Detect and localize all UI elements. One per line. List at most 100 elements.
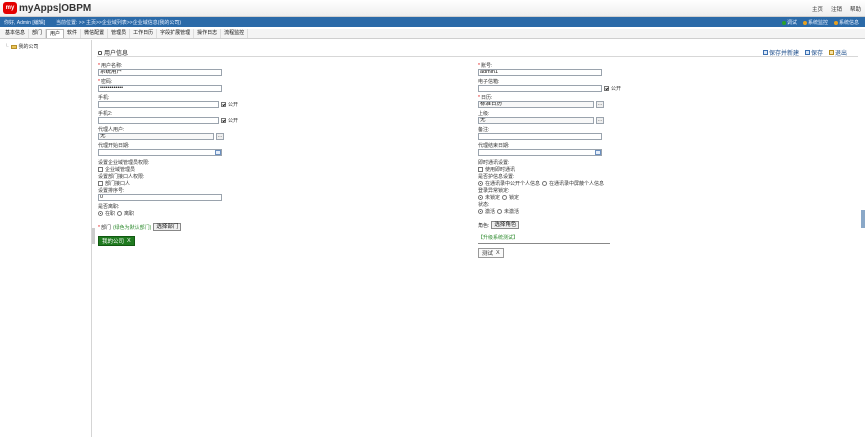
form-right-column: *账号: admin1 电子信箱: 公开 *日历: 标准日历 … 上级: 无 ……: [478, 62, 628, 258]
locked-radio[interactable]: [502, 195, 508, 200]
status-bar: 你好, Admin [编辑] 当前位置: >> 主页>>企业域列表>>企业域信息…: [0, 17, 865, 27]
tree-node-label: 我的公司: [18, 44, 39, 50]
email-label: 电子信箱:: [478, 79, 500, 85]
dept-tag-label: 我的公司: [102, 239, 125, 245]
tab-flow-monitor[interactable]: 流程监控: [221, 29, 249, 38]
order-label: 设置排序号:: [98, 188, 125, 194]
onjob-radio[interactable]: [98, 211, 103, 216]
inactive-radio[interactable]: [497, 209, 503, 214]
order-input[interactable]: 0: [98, 194, 222, 201]
username-input[interactable]: 系统用户: [98, 69, 222, 76]
tab-software[interactable]: 软件: [64, 29, 82, 38]
required-mark: *: [98, 224, 100, 231]
inactive-radio-label: 未激活: [504, 209, 520, 215]
calendar-select-button[interactable]: …: [596, 101, 604, 108]
calendar-input[interactable]: 标准日历: [478, 101, 594, 108]
password-input[interactable]: ••••••••••••: [98, 85, 222, 92]
tab-operation-log[interactable]: 操作日志: [194, 29, 222, 38]
tab-admins[interactable]: 管理员: [108, 29, 131, 38]
mobile-label: 手机:: [98, 95, 110, 101]
logout-link[interactable]: 注销: [831, 5, 842, 13]
dept-tag[interactable]: 我的公司 X: [98, 236, 135, 246]
dept-tag-remove-icon[interactable]: X: [127, 238, 131, 244]
mobile-public-checkbox[interactable]: [221, 102, 226, 107]
privacy-hidden-radio[interactable]: [542, 181, 548, 186]
superior-select-button[interactable]: …: [596, 117, 604, 124]
dept-hint: (绿色为默认部门): [112, 224, 152, 231]
panel-title-divider: [97, 56, 858, 57]
folder-icon: [10, 44, 17, 49]
device-lock-label: 登录异常锁定:: [478, 188, 510, 194]
role-label: 角色:: [478, 222, 490, 229]
panel-title-icon: [98, 50, 102, 55]
active-radio[interactable]: [478, 209, 483, 214]
remark-input[interactable]: [478, 133, 602, 140]
privacy-public-radio[interactable]: [478, 181, 483, 186]
calendar-icon[interactable]: [595, 150, 601, 155]
monitor-label: 系统监控: [807, 20, 828, 26]
save-new-icon: [762, 50, 768, 55]
panel-splitter-handle[interactable]: [92, 228, 95, 244]
onjob-label: 是否离职:: [98, 204, 120, 210]
right-collapse-handle[interactable]: [861, 210, 865, 228]
onjob-radio-label: 在职: [105, 211, 116, 217]
tab-department[interactable]: 部门: [29, 29, 47, 38]
email-public-label: 公开: [611, 86, 622, 92]
mobile2-label: 手机2:: [98, 111, 113, 117]
locked-radio-label: 锁定: [509, 195, 520, 201]
dept-admin-checkbox[interactable]: [98, 181, 103, 186]
proxy-user-select-button[interactable]: …: [216, 133, 224, 140]
department-tree: └ 我的公司: [0, 40, 92, 437]
required-mark: *: [98, 63, 100, 69]
mobile2-input[interactable]: [98, 117, 220, 124]
help-link[interactable]: 帮助: [850, 5, 861, 13]
breadcrumb: 当前位置: >> 主页>>企业域列表>>企业域信息(我的公司): [56, 20, 182, 26]
proxy-start-date-input[interactable]: [98, 149, 222, 156]
proxy-end-date-input[interactable]: [478, 149, 602, 156]
email-input[interactable]: [478, 85, 602, 92]
role-tag[interactable]: 测试 X: [478, 248, 504, 258]
select-role-button[interactable]: 选择角色: [491, 221, 520, 229]
im-label: 即时通讯设置:: [478, 160, 510, 166]
privacy-label: 是否护信息设置:: [478, 174, 515, 180]
superior-input[interactable]: 无: [478, 117, 594, 124]
account-input[interactable]: admin1: [478, 69, 602, 76]
proxy-user-input[interactable]: 无: [98, 133, 214, 140]
proxy-end-label: 代理结束日期:: [478, 143, 510, 149]
mobile-input[interactable]: [98, 101, 220, 108]
user-greeting[interactable]: 你好, Admin [编辑]: [4, 19, 45, 26]
tree-node-root[interactable]: └ 我的公司: [5, 43, 39, 51]
role-group-divider: [478, 243, 610, 244]
mobile2-public-checkbox[interactable]: [221, 118, 226, 123]
privacy-hidden-label: 在通讯录中屏蔽个人信息: [549, 181, 605, 187]
unlocked-radio[interactable]: [478, 195, 483, 200]
debug-icon: [781, 20, 786, 25]
tab-field-extension[interactable]: 字段扩展管理: [157, 29, 195, 38]
dept-label: 部门: [100, 224, 111, 231]
home-link[interactable]: 主页: [812, 5, 823, 13]
monitor-link[interactable]: 系统监控: [802, 19, 828, 26]
calendar-icon[interactable]: [215, 150, 221, 155]
im-checkbox[interactable]: [478, 167, 483, 172]
info-label: 系统信息: [838, 20, 859, 26]
tab-work-calendar[interactable]: 工作日历: [130, 29, 158, 38]
save-icon: [804, 50, 810, 55]
tab-users[interactable]: 用户: [46, 29, 65, 38]
domain-admin-option-label: 企业域管理员: [105, 167, 136, 173]
debug-link[interactable]: 调试: [781, 19, 797, 26]
left-job-radio[interactable]: [117, 211, 123, 216]
domain-admin-checkbox[interactable]: [98, 167, 103, 172]
select-dept-button[interactable]: 选择部门: [153, 223, 182, 231]
role-tag-remove-icon[interactable]: X: [496, 250, 500, 256]
tab-wechat-config[interactable]: 微信配置: [81, 29, 109, 38]
info-link[interactable]: 系统信息: [833, 19, 859, 26]
mobile-public-label: 公开: [227, 102, 238, 108]
active-radio-label: 激活: [485, 209, 496, 215]
dept-admin-option-label: 部门接口人: [105, 181, 131, 187]
email-public-checkbox[interactable]: [604, 86, 609, 91]
dept-admin-label: 设置部门接口人权限:: [98, 174, 145, 180]
unlocked-radio-label: 未锁定: [485, 195, 501, 201]
tab-basic-info[interactable]: 基本信息: [2, 29, 30, 38]
top-links: 主页 注销 帮助: [812, 5, 861, 13]
required-mark: *: [478, 63, 480, 69]
